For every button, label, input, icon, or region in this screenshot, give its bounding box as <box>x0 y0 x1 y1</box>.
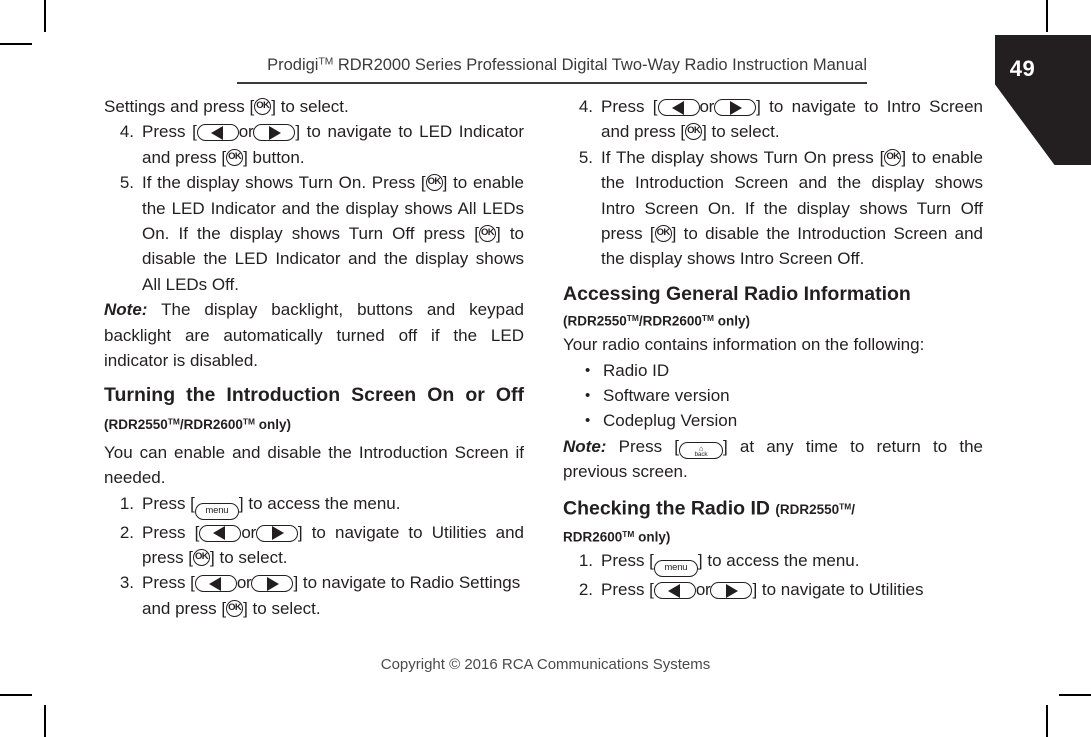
heading-general-radio-information: Accessing General Radio Information <box>563 282 911 305</box>
bullet-icon: • <box>585 387 591 404</box>
note-label: Note: <box>104 300 148 320</box>
ok-key-icon: OK <box>193 549 211 567</box>
crop-mark-top-right-vertical <box>1046 0 1048 32</box>
list-item: 1. Press [menu] to access the menu. <box>104 491 524 520</box>
note-back-button: Note: Press [⌂ back] at any time to retur… <box>563 436 984 482</box>
heading-checking-radio-id-model: (RDR2550TM/ <box>775 501 855 517</box>
list-item: 3. Press [or] to navigate to Radio Settin… <box>104 570 524 621</box>
list-item-number: 3. <box>119 573 134 593</box>
ok-key-icon: OK <box>685 123 703 141</box>
list-item-number: 4. <box>119 122 134 142</box>
back-key-label: back <box>694 450 708 458</box>
list-item: 4. Press [or] to navigate to Intro Screen… <box>563 94 983 145</box>
back-key-icon: ⌂ back <box>678 441 723 459</box>
list-item: 1. Press [menu] to access the menu. <box>563 548 983 578</box>
heading-intro-screen: Turning the Introduction Screen On or Of… <box>104 382 524 437</box>
ok-key-icon: OK <box>479 225 496 243</box>
crop-mark-bottom-left-vertical <box>44 705 46 737</box>
list-item-number: 4. <box>578 97 593 116</box>
ok-key-icon: OK <box>654 225 672 243</box>
heading-intro-screen-model: (RDR2550TM/RDR2600TM only) <box>104 416 291 432</box>
list-item: 5. If The display shows Turn On press [OK… <box>563 145 983 272</box>
header-rule <box>237 82 867 84</box>
running-header-brand: Prodigi <box>267 56 319 74</box>
running-header: ProdigiTM RDR2000 Series Professional Di… <box>237 56 867 75</box>
bullet-icon: • <box>585 412 591 430</box>
list-item-number: 1. <box>119 493 134 513</box>
heading-checking-radio-id: Checking the Radio ID (RDR2550TM/ <box>563 494 983 523</box>
list-item-number: 2. <box>119 522 134 542</box>
list-item-number: 5. <box>119 173 134 193</box>
left-arrow-key-icon <box>199 524 242 542</box>
ok-key-icon: OK <box>226 599 244 617</box>
left-arrow-key-icon <box>653 582 696 600</box>
heading-checking-radio-id-model-2: RDR2600TM only) <box>563 528 671 545</box>
list-item: • Software version <box>563 383 983 408</box>
right-arrow-key-icon <box>253 124 296 142</box>
list-item: 2. Press [or] to navigate to Utilities <box>563 577 983 602</box>
left-column: Settings and press [OK] to select. 4. Pre… <box>104 94 524 621</box>
crop-mark-bottom-right-horizontal <box>1059 694 1091 696</box>
list-item-number: 2. <box>578 580 593 600</box>
list-item: • Codeplug Version <box>563 408 983 433</box>
bullet-label: Radio ID <box>603 360 670 380</box>
bullet-label: Codeplug Version <box>603 411 738 431</box>
note-label: Note: <box>563 436 607 456</box>
or-separator: or <box>695 580 711 600</box>
continued-step-text: Settings and press [OK] to select. <box>104 97 349 116</box>
menu-key-icon: menu <box>194 502 239 520</box>
or-separator: or <box>241 522 256 542</box>
right-arrow-key-icon <box>255 524 298 542</box>
right-arrow-key-icon <box>714 99 757 116</box>
page-number: 49 <box>1009 56 1036 81</box>
heading-intro-screen-title: Turning the Introduction Screen On or Of… <box>104 384 524 407</box>
general-info-body: Your radio contains information on the f… <box>563 335 925 355</box>
list-item-number: 1. <box>578 551 593 571</box>
bullet-icon: • <box>585 361 591 379</box>
left-arrow-key-icon <box>196 124 239 142</box>
trademark-symbol: TM <box>318 56 334 68</box>
ok-key-icon: OK <box>884 148 902 166</box>
menu-key-icon: menu <box>653 560 698 578</box>
running-header-text: RDR2000 Series Professional Digital Two-… <box>333 56 867 74</box>
note-backlight: Note: The display backlight, buttons and… <box>104 300 524 371</box>
intro-screen-body: You can enable and disable the Introduct… <box>104 442 524 488</box>
or-separator: or <box>238 122 254 142</box>
right-arrow-key-icon <box>251 575 294 593</box>
or-separator: or <box>236 573 252 593</box>
right-arrow-key-icon <box>710 582 753 600</box>
page-number-tab <box>995 35 1091 165</box>
ok-key-icon: OK <box>226 148 244 166</box>
heading-general-radio-information-model: (RDR2550TM/RDR2600TM only) <box>563 312 750 329</box>
page-footer: Copyright © 2016 RCA Communications Syst… <box>380 656 711 673</box>
ok-key-icon: OK <box>254 98 272 115</box>
list-item: 2. Press [or] to navigate to Utilities an… <box>104 520 524 571</box>
list-item-number: 5. <box>578 147 593 167</box>
or-separator: or <box>699 97 715 116</box>
crop-mark-top-left-vertical <box>44 0 46 32</box>
heading-checking-radio-id-title: Checking the Radio ID <box>563 496 770 519</box>
ok-key-icon: OK <box>425 174 443 192</box>
list-item: • Radio ID <box>563 358 983 383</box>
bullet-label: Software version <box>603 386 730 405</box>
left-arrow-key-icon <box>657 99 700 116</box>
list-item: 4. Press [or] to navigate to LED Indicato… <box>104 119 524 170</box>
right-column: 4. Press [or] to navigate to Intro Screen… <box>563 94 983 603</box>
list-item: 5. If the display shows Turn On. Press [O… <box>104 170 524 297</box>
crop-mark-top-left-horizontal <box>0 43 32 45</box>
crop-mark-bottom-right-vertical <box>1046 705 1048 737</box>
left-arrow-key-icon <box>194 575 237 593</box>
crop-mark-bottom-left-horizontal <box>0 694 32 696</box>
